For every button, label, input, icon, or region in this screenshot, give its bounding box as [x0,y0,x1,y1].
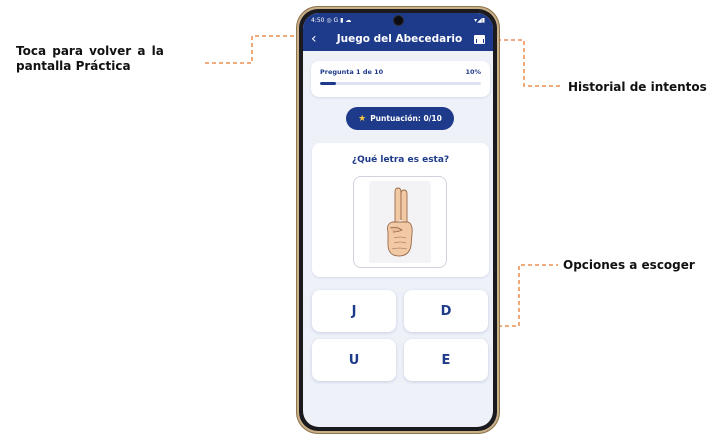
progress-card: Pregunta 1 de 10 10% [311,61,490,97]
camera-icon [393,15,404,26]
progress-fill [320,82,337,85]
option-button-3[interactable]: U [312,339,396,381]
status-icons-right: ▾◢▮ [474,16,485,24]
question-prompt: ¿Qué letra es esta? [351,155,450,165]
back-annotation-line1: Toca para volver a la [16,44,164,58]
back-guide [205,35,302,64]
option-button-1[interactable]: J [312,290,396,332]
hand-sign-icon [387,187,413,257]
sign-image [369,181,431,263]
status-time: 4:50 [311,16,325,24]
question-counter: Pregunta 1 de 10 [320,68,384,76]
sign-image-frame [353,176,447,268]
option-button-4[interactable]: E [404,339,488,381]
score-label: Puntuación: 0/10 [370,114,442,123]
option-button-2[interactable]: D [404,290,488,332]
canvas: Toca para volver a la pantalla Práctica … [0,0,715,436]
star-icon: ★ [358,113,367,124]
progress-track [320,82,481,85]
phone-bezel: 4:50 ◎ G ▮ ☁ ▾◢▮ ‹ Juego del Abecedario … [299,9,497,431]
options-annotation: Opciones a escoger [563,258,695,272]
back-annotation-line2: pantalla Práctica [16,59,131,73]
status-icons-left: ◎ G ▮ ☁ [326,16,352,24]
app-bar: ‹ Juego del Abecedario [303,27,493,51]
history-annotation: Historial de intentos [568,80,707,94]
back-arrow-icon[interactable]: ‹ [311,31,325,47]
score-badge: ★ Puntuación: 0/10 [346,107,454,130]
app-screen: 4:50 ◎ G ▮ ☁ ▾◢▮ ‹ Juego del Abecedario … [303,13,493,427]
question-card: ¿Qué letra es esta? [312,143,489,277]
progress-percent: 10% [465,68,481,76]
back-annotation: Toca para volver a la pantalla Práctica [16,44,204,74]
bar-chart-icon[interactable] [474,34,485,44]
phone-frame: 4:50 ◎ G ▮ ☁ ▾◢▮ ‹ Juego del Abecedario … [296,6,500,434]
app-title: Juego del Abecedario [336,33,463,45]
progress-row: Pregunta 1 de 10 10% [320,68,481,76]
history-guide [490,39,562,87]
status-left: 4:50 ◎ G ▮ ☁ [311,17,351,24]
